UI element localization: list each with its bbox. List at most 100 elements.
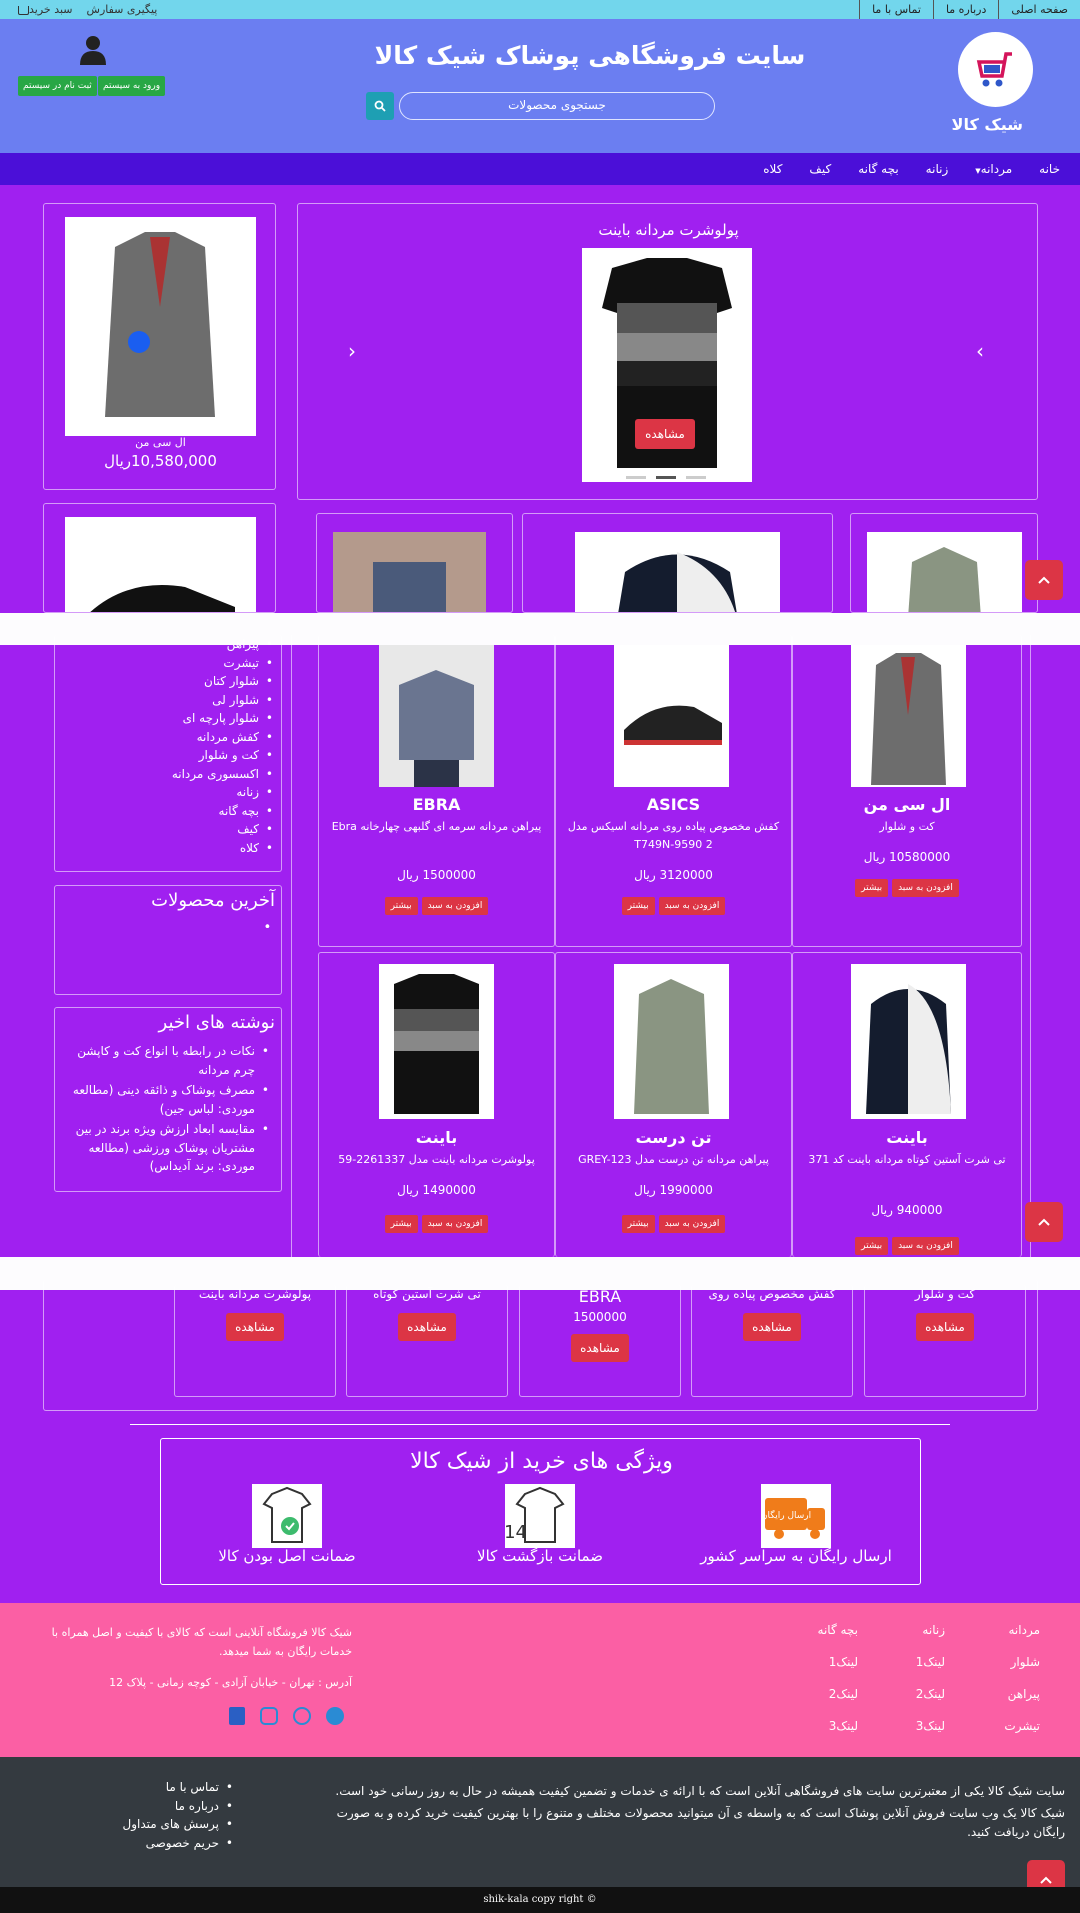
- view-button[interactable]: مشاهده: [571, 1334, 629, 1362]
- slider-view-button[interactable]: مشاهده: [635, 419, 695, 449]
- nav-men[interactable]: مردانه▼: [975, 162, 1012, 176]
- product-card[interactable]: تن درست پیراهن مردانه تن درست مدل GREY-1…: [555, 952, 792, 1257]
- scroll-top-button[interactable]: [1025, 560, 1063, 600]
- search-input[interactable]: جستجوی محصولات: [399, 92, 715, 120]
- footer-link[interactable]: لینک1: [778, 1655, 858, 1687]
- more-button[interactable]: بیشتر: [855, 1237, 889, 1255]
- product-card[interactable]: ASICS کفش مخصوص پیاده روی مردانه اسیکس م…: [555, 635, 792, 947]
- top-link-about[interactable]: درباره ما: [932, 0, 998, 19]
- footer-col-women: زنانه لینک1 لینک2 لینک3: [885, 1623, 945, 1751]
- bottom-card[interactable]: پولوشرت مردانه باینت مشاهده: [174, 1285, 336, 1397]
- footer-para-2: شیک کالا یک وب سایت فروش آنلاین پوشاک اس…: [336, 1806, 1065, 1839]
- nav-women[interactable]: زنانه: [926, 162, 949, 176]
- category-item[interactable]: کلاه: [172, 839, 273, 858]
- top-link-home[interactable]: صفحه اصلی: [998, 0, 1080, 19]
- search-button[interactable]: [366, 92, 394, 120]
- category-item[interactable]: شلوار لی: [172, 691, 273, 710]
- more-button[interactable]: بیشتر: [855, 879, 889, 897]
- footer-link[interactable]: زنانه: [885, 1623, 945, 1655]
- more-button[interactable]: بیشتر: [621, 897, 655, 915]
- bottom-card[interactable]: EBRA 1500000 مشاهده: [519, 1285, 681, 1397]
- view-button[interactable]: مشاهده: [398, 1313, 456, 1341]
- footer-link[interactable]: لینک2: [778, 1687, 858, 1719]
- footer-para-1: سایت شیک کالا یکی از معتبرترین سایت های …: [335, 1784, 1065, 1798]
- footer-link[interactable]: بچه گانه: [778, 1623, 858, 1655]
- more-button[interactable]: بیشتر: [621, 1215, 655, 1233]
- bottom-card[interactable]: کفش مخصوص پیاده روی مشاهده: [691, 1285, 853, 1397]
- featured-name: ال سی من: [135, 436, 186, 449]
- category-item[interactable]: زنانه: [172, 783, 273, 802]
- slider-next-arrow-icon[interactable]: ›: [976, 339, 984, 363]
- view-button[interactable]: مشاهده: [226, 1313, 284, 1341]
- top-link-contact[interactable]: تماس با ما: [859, 0, 933, 19]
- category-item[interactable]: اکسسوری مردانه: [172, 765, 273, 784]
- view-button[interactable]: مشاهده: [916, 1313, 974, 1341]
- footer-link[interactable]: حریم خصوصی: [93, 1834, 233, 1853]
- category-item[interactable]: کت و شلوار: [172, 746, 273, 765]
- footer-link[interactable]: پرسش های متداول: [93, 1815, 233, 1834]
- post-item[interactable]: نکات در رابطه با انواع کت و کاپشن چرم مر…: [69, 1042, 269, 1079]
- footer-link[interactable]: درباره ما: [93, 1797, 233, 1816]
- view-button[interactable]: مشاهده: [743, 1313, 801, 1341]
- category-item[interactable]: کفش مردانه: [172, 728, 274, 747]
- post-item[interactable]: مصرف پوشاک و ذائقه دینی (مطالعه موردی: ل…: [69, 1081, 269, 1118]
- category-item[interactable]: شلوار کتان: [172, 672, 273, 691]
- footer-link[interactable]: لینک3: [885, 1719, 945, 1751]
- nav-home[interactable]: خانه: [1039, 162, 1060, 176]
- footer-link[interactable]: تیشرت: [980, 1719, 1040, 1751]
- slider-prev-arrow-icon[interactable]: ‹: [348, 339, 356, 363]
- track-order-link[interactable]: پیگیری سفارش: [87, 3, 158, 16]
- add-to-cart-button[interactable]: افزودن به سبد: [892, 1237, 959, 1255]
- footer-link[interactable]: مردانه: [980, 1623, 1041, 1655]
- footer-link[interactable]: لینک3: [778, 1719, 858, 1751]
- footer-link[interactable]: لینک1: [885, 1655, 945, 1687]
- featured-product[interactable]: ال سی من 10,580,000ریال: [43, 203, 276, 490]
- nav-bags[interactable]: کیف: [809, 162, 831, 176]
- bottom-card-label: کفش مخصوص پیاده روی: [708, 1287, 836, 1301]
- add-to-cart-button[interactable]: افزودن به سبد: [658, 1215, 726, 1233]
- product-price: 1990000 ریال: [634, 1183, 713, 1197]
- instagram-icon[interactable]: [260, 1707, 278, 1725]
- plaid-shirt-image: [379, 645, 494, 787]
- nav-kids[interactable]: بچه گانه: [858, 162, 898, 176]
- product-card[interactable]: باینت تی شرت آستین کوتاه مردانه باینت کد…: [792, 952, 1022, 1257]
- return-guarantee-icon: 14: [504, 1484, 575, 1548]
- facebook-icon[interactable]: [229, 1707, 245, 1725]
- nav-hats[interactable]: کلاه: [763, 162, 782, 176]
- whatsapp-icon[interactable]: [293, 1707, 311, 1725]
- login-button[interactable]: ورود به سیستم: [98, 76, 166, 96]
- bottom-card-price: 1500000: [573, 1310, 627, 1324]
- more-button[interactable]: بیشتر: [384, 897, 418, 915]
- product-price: 10580000 ریال: [863, 850, 951, 864]
- telegram-icon[interactable]: [326, 1707, 344, 1725]
- footer-link[interactable]: پیراهن: [980, 1687, 1040, 1719]
- bottom-card[interactable]: کت و شلوار مشاهده: [864, 1285, 1026, 1397]
- top-links: صفحه اصلی درباره ما تماس با ما: [859, 0, 1080, 19]
- category-item[interactable]: پیراهن: [172, 635, 274, 654]
- post-item[interactable]: مقایسه ابعاد ارزش ویژه برند در بین مشتری…: [69, 1120, 269, 1176]
- register-button[interactable]: ثبت نام در سیستم: [18, 76, 97, 96]
- more-button[interactable]: بیشتر: [384, 1215, 418, 1233]
- footer-link[interactable]: شلوار: [980, 1655, 1040, 1687]
- bottom-card[interactable]: تی شرت آستین کوتاه مشاهده: [346, 1285, 508, 1397]
- product-card[interactable]: EBRA پیراهن مردانه سرمه ای گلبهی چهارخان…: [318, 635, 555, 947]
- product-card[interactable]: ال سی من کت و شلوار 10580000 ریال افزودن…: [792, 635, 1022, 947]
- footer-link[interactable]: تماس با ما: [93, 1778, 233, 1797]
- cart-link[interactable]: سبد خرید: [14, 3, 73, 16]
- add-to-cart-button[interactable]: افزودن به سبد: [658, 897, 726, 915]
- category-item[interactable]: تیشرت: [172, 654, 273, 673]
- add-to-cart-button[interactable]: افزودن به سبد: [892, 879, 959, 897]
- category-item[interactable]: بچه گانه: [172, 802, 274, 821]
- scroll-top-button[interactable]: [1025, 1202, 1063, 1242]
- add-to-cart-button[interactable]: افزودن به سبد: [421, 897, 489, 915]
- product-card[interactable]: باینت پولوشرت مردانه باینت مدل 2261337-5…: [318, 952, 555, 1257]
- add-to-cart-button[interactable]: افزودن به سبد: [421, 1215, 489, 1233]
- latest-products-panel: آخرین محصولات: [54, 885, 282, 995]
- free-shipping-icon: ارسال رایگان: [761, 1484, 831, 1548]
- footer-link[interactable]: لینک2: [885, 1687, 945, 1719]
- search-icon: [374, 100, 386, 112]
- category-item[interactable]: شلوار پارچه ای: [172, 709, 274, 728]
- user-icon[interactable]: [80, 35, 106, 65]
- slider-indicators[interactable]: [618, 476, 718, 479]
- category-item[interactable]: کیف: [172, 820, 273, 839]
